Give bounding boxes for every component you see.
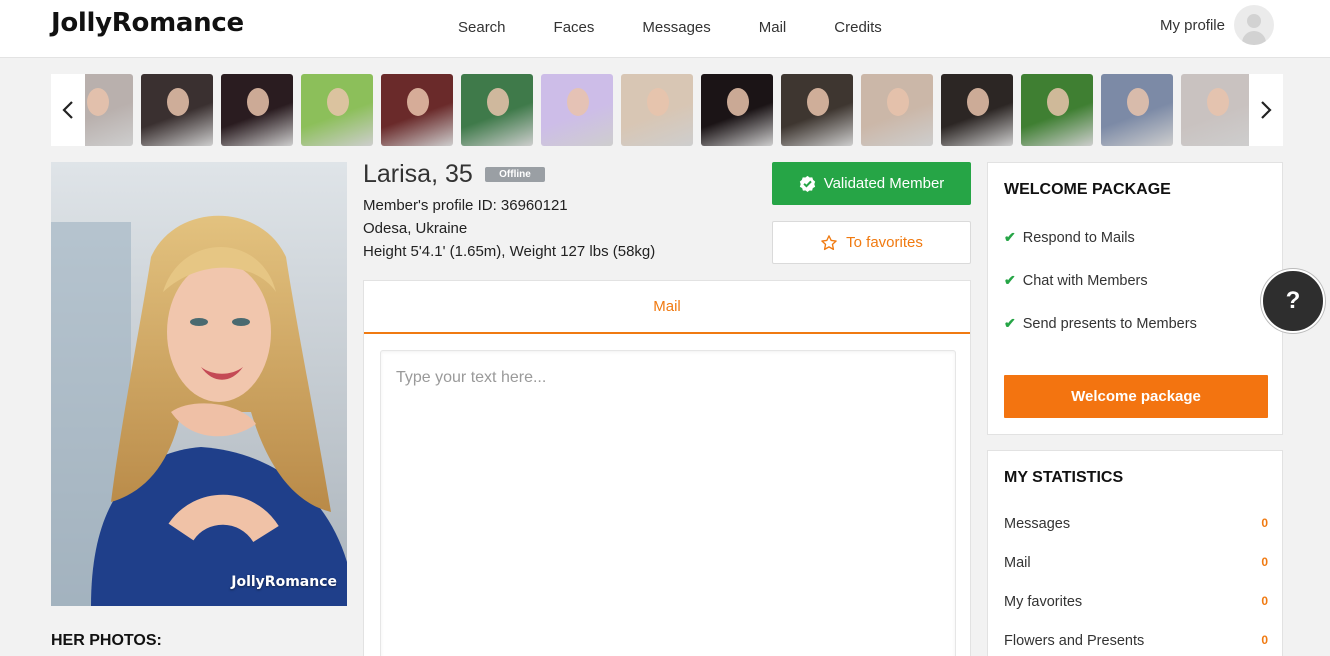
stat-label: Messages <box>1004 516 1071 532</box>
site-header: JollyRomance Search Faces Messages Mail … <box>0 0 1330 58</box>
carousel-thumbnail[interactable] <box>141 74 213 146</box>
thumbnail-face <box>1127 88 1149 116</box>
stat-count: 0 <box>1261 555 1268 569</box>
carousel-thumbnail[interactable] <box>941 74 1013 146</box>
my-statistics-card: MY STATISTICS Messages 0 Mail 0 My favor… <box>987 450 1283 656</box>
nav-credits[interactable]: Credits <box>810 19 906 36</box>
checkmark-icon: ✔ <box>1004 272 1016 288</box>
carousel-thumbnail[interactable] <box>1101 74 1173 146</box>
mail-textarea[interactable] <box>380 350 956 656</box>
photo-watermark: JollyRomance <box>231 574 337 590</box>
carousel-thumbnail[interactable] <box>1021 74 1093 146</box>
carousel-thumbnail[interactable] <box>461 74 533 146</box>
stat-row-flowers-presents[interactable]: Flowers and Presents 0 <box>1004 633 1268 649</box>
stat-label: My favorites <box>1004 594 1083 610</box>
feature-label: Respond to Mails <box>1022 229 1135 246</box>
status-badge: Offline <box>485 167 545 182</box>
thumbnail-face <box>87 88 109 116</box>
thumbnail-face <box>487 88 509 116</box>
tab-mail[interactable]: Mail <box>364 281 970 334</box>
feature-label: Chat with Members <box>1022 272 1148 289</box>
profile-name: Larisa, 35 <box>363 160 473 188</box>
stat-label: Mail <box>1004 555 1031 571</box>
thumbnail-face <box>327 88 349 116</box>
feature-item: ✔ Send presents to Members <box>1004 315 1197 332</box>
thumbnail-face <box>887 88 909 116</box>
feature-label: Send presents to Members <box>1022 315 1197 332</box>
nav-search[interactable]: Search <box>434 19 530 36</box>
help-button[interactable]: ? <box>1261 269 1325 333</box>
thumbnail-face <box>647 88 669 116</box>
welcome-package-button[interactable]: Welcome package <box>1004 375 1268 418</box>
stat-count: 0 <box>1261 594 1268 608</box>
thumbnail-face <box>407 88 429 116</box>
thumbnail-face <box>807 88 829 116</box>
carousel-thumbnail[interactable] <box>381 74 453 146</box>
avatar[interactable] <box>1234 5 1274 45</box>
thumbnail-face <box>247 88 269 116</box>
nav-faces[interactable]: Faces <box>530 19 619 36</box>
thumbnail-face <box>167 88 189 116</box>
mail-panel: Mail <box>363 280 971 656</box>
feature-item: ✔ Chat with Members <box>1004 272 1148 289</box>
carousel-thumbnail[interactable] <box>541 74 613 146</box>
carousel-thumbnail[interactable] <box>621 74 693 146</box>
carousel-thumbnail[interactable] <box>1181 74 1249 146</box>
profile-location: Odesa, Ukraine <box>363 220 468 237</box>
nav-messages[interactable]: Messages <box>618 19 734 36</box>
carousel-thumbnail[interactable] <box>85 74 133 146</box>
thumbnail-face <box>567 88 589 116</box>
stat-label: Flowers and Presents <box>1004 633 1145 649</box>
statistics-title: MY STATISTICS <box>1004 469 1124 486</box>
to-favorites-button[interactable]: To favorites <box>772 221 971 264</box>
carousel-thumbnail[interactable] <box>781 74 853 146</box>
my-profile-label: My profile <box>1159 16 1225 34</box>
star-icon <box>821 234 837 250</box>
welcome-package-card: WELCOME PACKAGE ✔ Respond to Mails ✔ Cha… <box>987 162 1283 435</box>
stat-row-mail[interactable]: Mail 0 <box>1004 555 1268 571</box>
validated-member-badge[interactable]: Validated Member <box>772 162 971 205</box>
carousel-thumbnail[interactable] <box>221 74 293 146</box>
profile-measurements: Height 5'4.1' (1.65m), Weight 127 lbs (5… <box>363 243 656 260</box>
stat-count: 0 <box>1261 516 1268 530</box>
carousel-prev-button[interactable] <box>51 74 85 146</box>
her-photos-heading: HER PHOTOS: <box>51 632 162 649</box>
checkmark-icon: ✔ <box>1004 315 1016 331</box>
my-profile-link[interactable]: My profile <box>1160 5 1274 45</box>
profile-id: Member's profile ID: 36960121 <box>363 197 568 214</box>
nav-mail[interactable]: Mail <box>735 19 811 36</box>
carousel-thumbnail[interactable] <box>861 74 933 146</box>
stat-count: 0 <box>1261 633 1268 647</box>
profile-carousel <box>51 74 1283 146</box>
carousel-next-button[interactable] <box>1249 74 1283 146</box>
checkmark-icon: ✔ <box>1004 229 1016 245</box>
carousel-thumbnails <box>85 74 1249 146</box>
portrait-image <box>51 162 347 606</box>
carousel-thumbnail[interactable] <box>301 74 373 146</box>
feature-item: ✔ Respond to Mails <box>1004 229 1135 246</box>
carousel-thumbnail[interactable] <box>701 74 773 146</box>
stat-row-favorites[interactable]: My favorites 0 <box>1004 594 1268 610</box>
thumbnail-face <box>727 88 749 116</box>
thumbnail-face <box>1207 88 1229 116</box>
site-logo[interactable]: JollyRomance <box>51 8 244 38</box>
validated-member-label: Validated Member <box>823 175 945 192</box>
chevron-left-icon <box>62 101 73 119</box>
verified-shield-icon <box>799 175 815 192</box>
main-profile-photo[interactable]: JollyRomance <box>51 162 347 606</box>
to-favorites-label: To favorites <box>846 234 923 251</box>
thumbnail-face <box>1047 88 1069 116</box>
main-nav: Search Faces Messages Mail Credits <box>434 0 906 54</box>
thumbnail-face <box>967 88 989 116</box>
welcome-package-title: WELCOME PACKAGE <box>1004 181 1171 198</box>
stat-row-messages[interactable]: Messages 0 <box>1004 516 1268 532</box>
chevron-right-icon <box>1261 101 1272 119</box>
